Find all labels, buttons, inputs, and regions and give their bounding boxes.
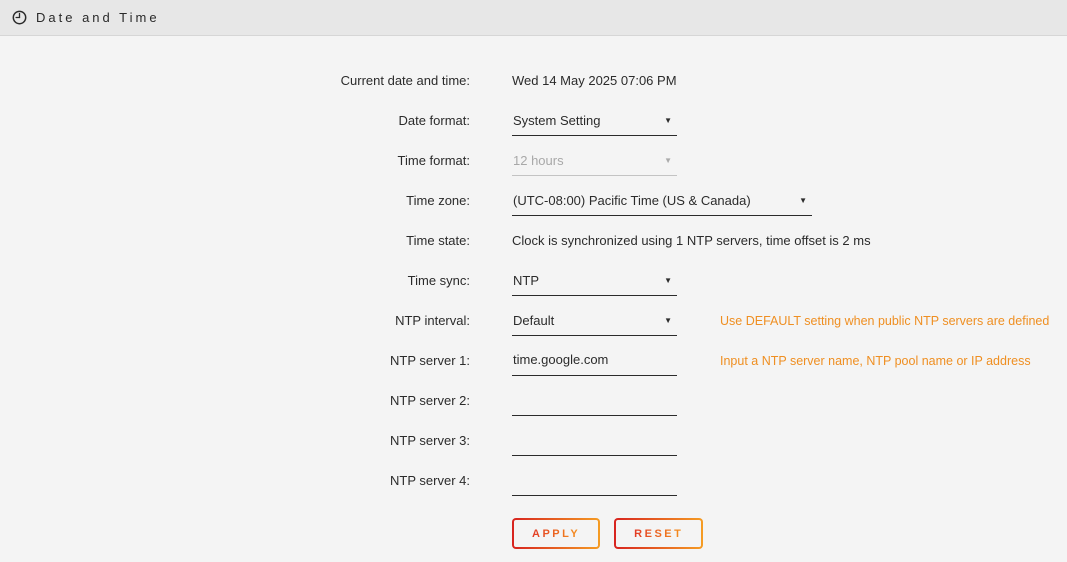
page-header: Date and Time bbox=[0, 0, 1067, 36]
form-row-current-datetime: Current date and time: Wed 14 May 2025 0… bbox=[0, 69, 1067, 109]
time-sync-label: Time sync: bbox=[0, 269, 470, 289]
date-format-label: Date format: bbox=[0, 109, 470, 129]
form-row-date-format: Date format: System Setting ▼ bbox=[0, 109, 1067, 149]
ntp-interval-label: NTP interval: bbox=[0, 309, 470, 329]
ntp-server-4-input[interactable] bbox=[512, 469, 677, 496]
ntp-interval-hint: Use DEFAULT setting when public NTP serv… bbox=[720, 309, 1049, 329]
current-datetime-label: Current date and time: bbox=[0, 69, 470, 89]
form-row-ntp-server-4: NTP server 4: bbox=[0, 469, 1067, 509]
ntp-server-4-label: NTP server 4: bbox=[0, 469, 470, 489]
form-row-time-state: Time state: Clock is synchronized using … bbox=[0, 229, 1067, 269]
ntp-server-1-hint: Input a NTP server name, NTP pool name o… bbox=[720, 349, 1031, 369]
time-format-label: Time format: bbox=[0, 149, 470, 169]
time-zone-label: Time zone: bbox=[0, 189, 470, 209]
form-row-ntp-server-3: NTP server 3: bbox=[0, 429, 1067, 469]
ntp-server-2-label: NTP server 2: bbox=[0, 389, 470, 409]
form-row-ntp-interval: NTP interval: Default ▼ Use DEFAULT sett… bbox=[0, 309, 1067, 349]
time-sync-select[interactable]: NTP ▼ bbox=[512, 269, 677, 296]
time-sync-value: NTP bbox=[513, 273, 539, 289]
date-format-select[interactable]: System Setting ▼ bbox=[512, 109, 677, 136]
form-row-ntp-server-2: NTP server 2: bbox=[0, 389, 1067, 429]
button-row: APPLY RESET bbox=[512, 518, 1067, 549]
time-format-select: 12 hours ▼ bbox=[512, 149, 677, 176]
date-format-value: System Setting bbox=[513, 113, 600, 129]
ntp-interval-value: Default bbox=[513, 313, 554, 329]
ntp-interval-select[interactable]: Default ▼ bbox=[512, 309, 677, 336]
ntp-server-1-input[interactable] bbox=[512, 349, 677, 376]
clock-icon bbox=[12, 10, 27, 25]
time-format-value: 12 hours bbox=[513, 153, 564, 169]
time-zone-select[interactable]: (UTC-08:00) Pacific Time (US & Canada) ▼ bbox=[512, 189, 812, 216]
current-datetime-value: Wed 14 May 2025 07:06 PM bbox=[512, 69, 677, 89]
page-title: Date and Time bbox=[36, 10, 160, 25]
chevron-down-icon: ▼ bbox=[664, 113, 672, 129]
date-time-form: Current date and time: Wed 14 May 2025 0… bbox=[0, 36, 1067, 549]
chevron-down-icon: ▼ bbox=[799, 193, 807, 209]
chevron-down-icon: ▼ bbox=[664, 313, 672, 329]
form-row-time-format: Time format: 12 hours ▼ bbox=[0, 149, 1067, 189]
ntp-server-3-label: NTP server 3: bbox=[0, 429, 470, 449]
chevron-down-icon: ▼ bbox=[664, 153, 672, 169]
time-state-value: Clock is synchronized using 1 NTP server… bbox=[512, 229, 871, 249]
ntp-server-3-input[interactable] bbox=[512, 429, 677, 456]
time-state-label: Time state: bbox=[0, 229, 470, 249]
apply-button[interactable]: APPLY bbox=[512, 518, 600, 549]
chevron-down-icon: ▼ bbox=[664, 273, 672, 289]
reset-button[interactable]: RESET bbox=[614, 518, 703, 549]
form-row-time-sync: Time sync: NTP ▼ bbox=[0, 269, 1067, 309]
form-row-ntp-server-1: NTP server 1: Input a NTP server name, N… bbox=[0, 349, 1067, 389]
ntp-server-2-input[interactable] bbox=[512, 389, 677, 416]
time-zone-value: (UTC-08:00) Pacific Time (US & Canada) bbox=[513, 193, 751, 209]
ntp-server-1-label: NTP server 1: bbox=[0, 349, 470, 369]
form-row-time-zone: Time zone: (UTC-08:00) Pacific Time (US … bbox=[0, 189, 1067, 229]
